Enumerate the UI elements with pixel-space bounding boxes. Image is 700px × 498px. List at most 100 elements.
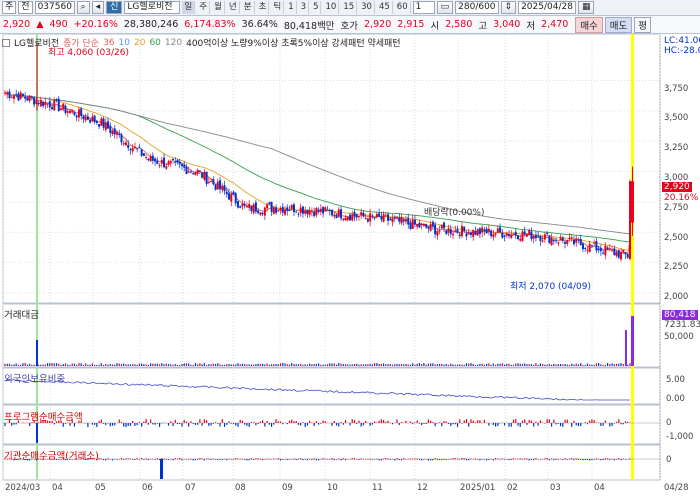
legend-checkbox-icon[interactable]	[2, 38, 10, 47]
interval-30[interactable]: 30	[359, 1, 375, 14]
period-tick[interactable]: 틱	[271, 1, 285, 14]
institution-bar	[235, 458, 237, 460]
chart-type-icon[interactable]: ▭	[436, 1, 454, 14]
volume-bar	[425, 364, 427, 366]
volume-bar	[548, 364, 550, 366]
program-bar	[586, 423, 589, 425]
program-bar	[291, 419, 293, 423]
date-field[interactable]: 2025/04/28	[518, 1, 576, 14]
stock-name[interactable]: LG헬로비전	[124, 1, 181, 14]
interval-45[interactable]: 45	[377, 1, 393, 14]
program-bar	[150, 419, 152, 423]
institution-bar	[125, 458, 127, 460]
volume-bar	[53, 363, 55, 366]
institution-bar	[624, 459, 627, 460]
volume-bar	[138, 363, 141, 366]
period-year[interactable]: 년	[227, 1, 240, 14]
unit-input[interactable]: 1	[412, 1, 435, 14]
volume-bar	[398, 364, 400, 366]
interval-60[interactable]: 60	[395, 1, 411, 14]
candle-body	[263, 207, 266, 216]
program-bar	[374, 421, 376, 423]
period-minute[interactable]: 분	[242, 1, 255, 14]
institution-bar	[152, 458, 154, 460]
candle-body	[384, 215, 387, 217]
candle-body	[55, 99, 58, 101]
market-select[interactable]: 주	[2, 1, 17, 14]
institution-bar	[127, 458, 129, 460]
candle-body	[389, 218, 392, 221]
candle-body	[478, 228, 481, 235]
institution-bar	[452, 458, 454, 460]
candle-body	[581, 243, 584, 250]
institution-bar	[344, 459, 347, 461]
volume-bar	[550, 364, 553, 366]
y-tick: 3,500	[664, 113, 689, 123]
volume-bar	[620, 363, 622, 366]
program-bar	[270, 423, 273, 427]
arrow-left-icon[interactable]: ◂	[91, 1, 105, 14]
volume-bar	[136, 364, 138, 366]
volume-bar	[584, 364, 586, 366]
volume-bar	[456, 364, 459, 366]
period-day[interactable]: 일	[182, 1, 196, 14]
volume-bar	[42, 364, 44, 366]
extra-button[interactable]: 평	[634, 16, 652, 33]
volume-bar	[217, 363, 219, 366]
y-tick: 3,750	[664, 84, 689, 94]
sell-button[interactable]: 매도	[604, 16, 633, 33]
chart-canvas[interactable]	[0, 34, 700, 498]
count-display[interactable]: 280/600	[455, 1, 499, 14]
program-bar	[362, 423, 365, 426]
institution-bar	[620, 459, 622, 461]
volume-bar	[602, 364, 604, 366]
period-week[interactable]: 주	[197, 1, 211, 14]
institution-bar	[353, 458, 356, 460]
program-bar	[622, 423, 624, 425]
interval-5[interactable]: 5	[311, 1, 322, 14]
program-bar	[418, 423, 421, 424]
calendar-icon[interactable]: ▦	[577, 1, 595, 14]
candle-body	[357, 215, 360, 217]
institution-bar	[165, 459, 167, 460]
program-bar	[192, 423, 194, 424]
period-second[interactable]: 초	[257, 1, 270, 14]
volume-bar	[526, 364, 528, 366]
candle-body	[550, 237, 553, 246]
interval-1[interactable]: 1	[286, 1, 297, 14]
interval-3[interactable]: 3	[299, 1, 310, 14]
candle-body	[597, 248, 600, 251]
interval-10[interactable]: 10	[323, 1, 340, 14]
volume-bar	[275, 364, 277, 366]
volume-bar	[241, 363, 244, 366]
program-bar	[320, 423, 322, 424]
scope-select[interactable]: 전	[18, 1, 33, 14]
volume-bar	[232, 364, 235, 366]
code-input[interactable]: 037560	[34, 1, 75, 14]
program-bar	[313, 423, 315, 427]
search-icon[interactable]: ⌕	[76, 1, 90, 14]
institution-bar	[340, 459, 342, 461]
interval-15[interactable]: 15	[341, 1, 358, 14]
volume-bar	[62, 364, 64, 366]
program-bar	[235, 423, 237, 426]
institution-bar	[409, 458, 412, 460]
candle-body	[223, 185, 226, 192]
program-bar	[472, 420, 474, 423]
program-bar	[391, 423, 394, 425]
volume-bar	[447, 364, 450, 366]
institution-bar	[591, 459, 593, 461]
volume-bar	[250, 364, 253, 366]
volume-bar	[378, 363, 380, 366]
institution-bar	[246, 459, 248, 461]
period-month[interactable]: 월	[212, 1, 225, 14]
candle-body	[10, 97, 13, 99]
institution-bar	[335, 459, 338, 460]
y-tick: 2,250	[664, 262, 689, 272]
volume-bar	[367, 364, 369, 366]
buy-button[interactable]: 매수	[575, 16, 603, 33]
volume-bar	[405, 364, 407, 366]
scroll-icon[interactable]: ⇕	[500, 1, 517, 14]
program-bar	[432, 422, 434, 423]
institution-bar	[208, 458, 210, 460]
